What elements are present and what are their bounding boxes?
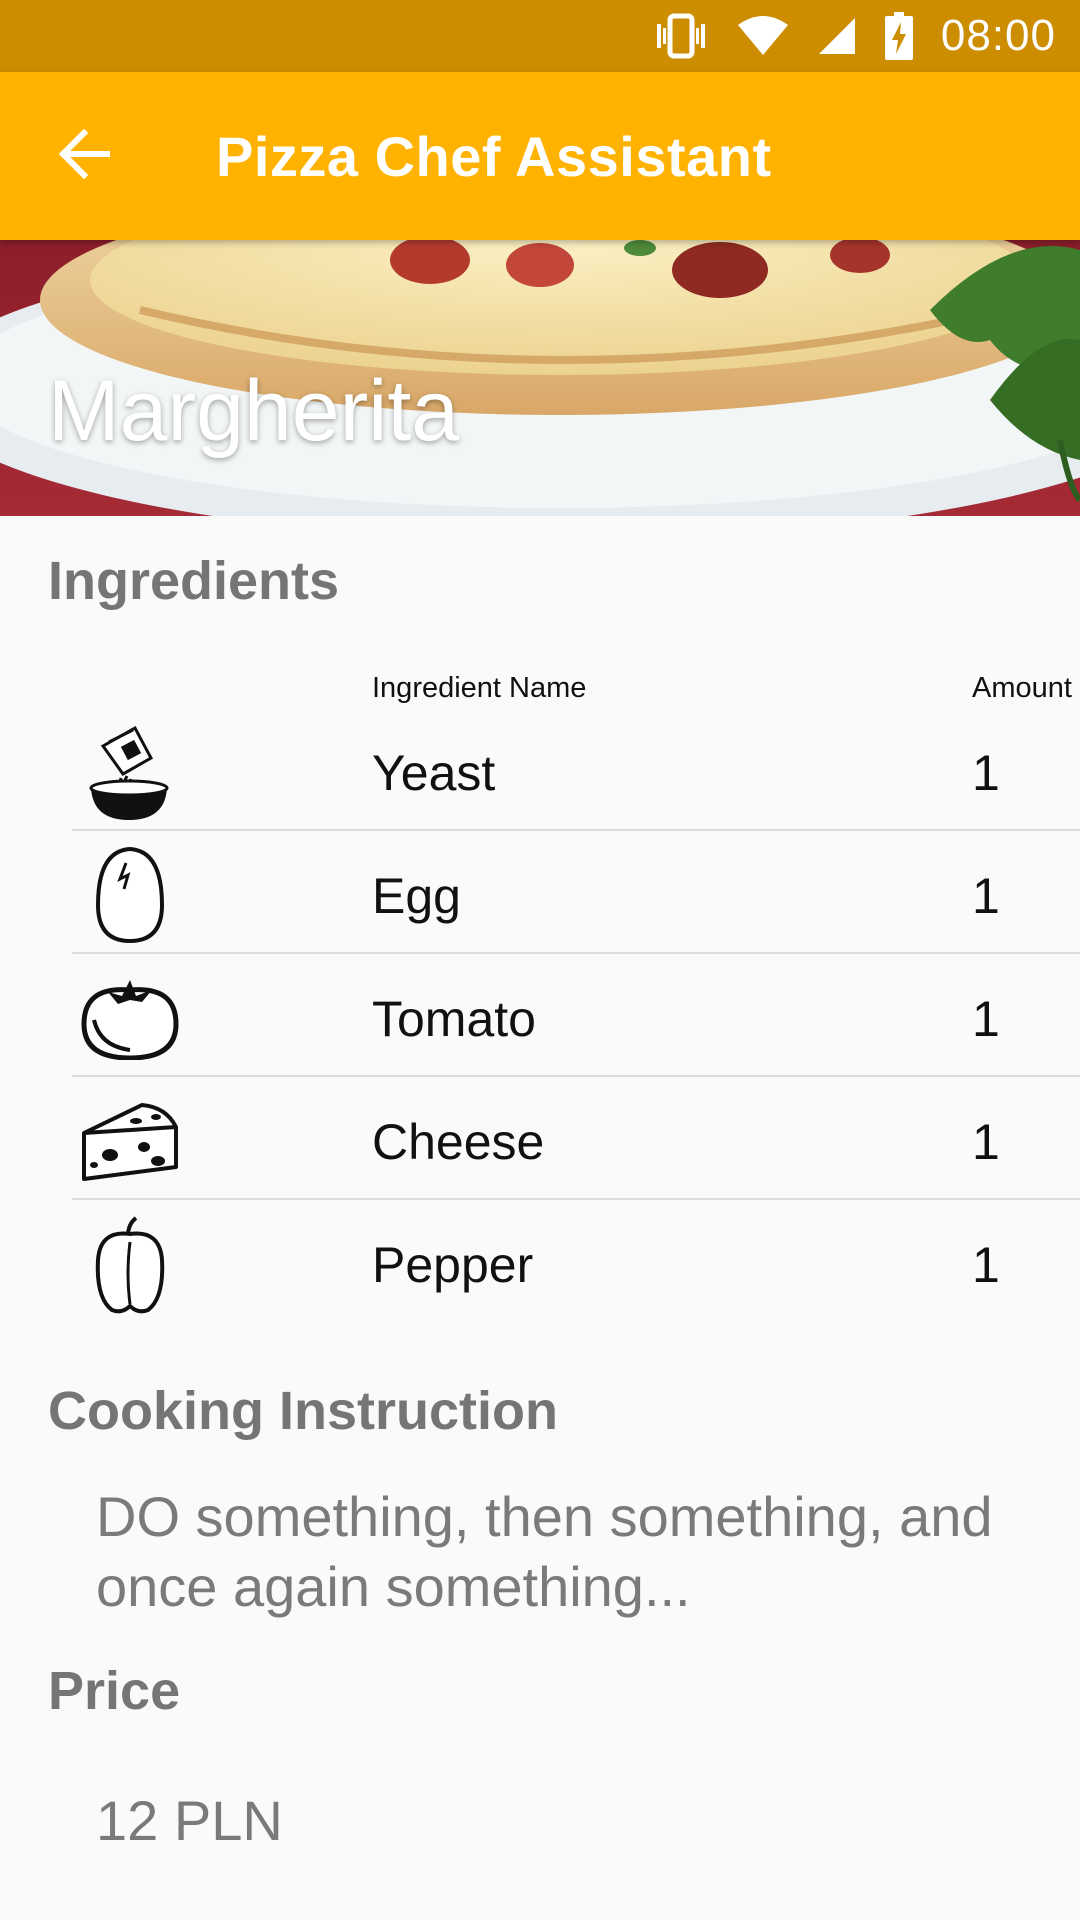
wifi-icon xyxy=(737,15,789,57)
ingredient-amount: 1 xyxy=(972,1114,1000,1170)
price-heading: Price xyxy=(48,1661,181,1721)
list-item[interactable]: Egg 1 xyxy=(72,831,1080,954)
recipe-title: Margherita xyxy=(48,363,460,459)
egg-icon xyxy=(80,845,180,945)
price-value: 12 PLN xyxy=(96,1789,283,1852)
back-arrow-icon xyxy=(58,128,111,185)
pepper-icon xyxy=(80,1214,180,1314)
vibrate-icon xyxy=(653,13,709,59)
list-item[interactable]: Pepper 1 xyxy=(72,1200,1080,1323)
ingredient-name: Cheese xyxy=(372,1114,545,1170)
list-item[interactable]: Cheese 1 xyxy=(72,1077,1080,1200)
ingredient-name-column-header: Ingredient Name xyxy=(372,672,587,704)
cooking-instruction-heading: Cooking Instruction xyxy=(48,1381,558,1441)
cell-signal-icon xyxy=(817,16,857,56)
ingredient-name: Yeast xyxy=(372,745,496,801)
ingredient-amount: 1 xyxy=(972,745,1000,801)
ingredient-amount: 1 xyxy=(972,991,1000,1047)
amount-column-header: Amount xyxy=(972,672,1072,704)
tomato-icon xyxy=(80,968,180,1068)
back-button[interactable] xyxy=(0,72,168,240)
ingredient-amount: 1 xyxy=(972,1237,1000,1293)
app-bar: Pizza Chef Assistant xyxy=(0,72,1080,240)
ingredient-name: Pepper xyxy=(372,1237,534,1293)
ingredient-name: Tomato xyxy=(372,991,536,1047)
app-title: Pizza Chef Assistant xyxy=(216,124,772,188)
recipe-hero-image: Margherita xyxy=(0,240,1080,516)
cheese-icon xyxy=(80,1091,180,1191)
yeast-icon xyxy=(80,722,180,822)
battery-charging-icon xyxy=(884,12,913,60)
status-time: 08:00 xyxy=(940,11,1056,60)
list-item[interactable]: Tomato 1 xyxy=(72,954,1080,1077)
list-item[interactable]: Yeast 1 xyxy=(72,708,1080,831)
ingredient-name: Egg xyxy=(372,868,461,924)
cooking-instruction-text: DO something, then something, and once a… xyxy=(96,1485,993,1618)
status-bar: 08:00 xyxy=(0,0,1080,72)
ingredients-heading: Ingredients xyxy=(48,551,340,611)
ingredient-amount: 1 xyxy=(972,868,1000,924)
